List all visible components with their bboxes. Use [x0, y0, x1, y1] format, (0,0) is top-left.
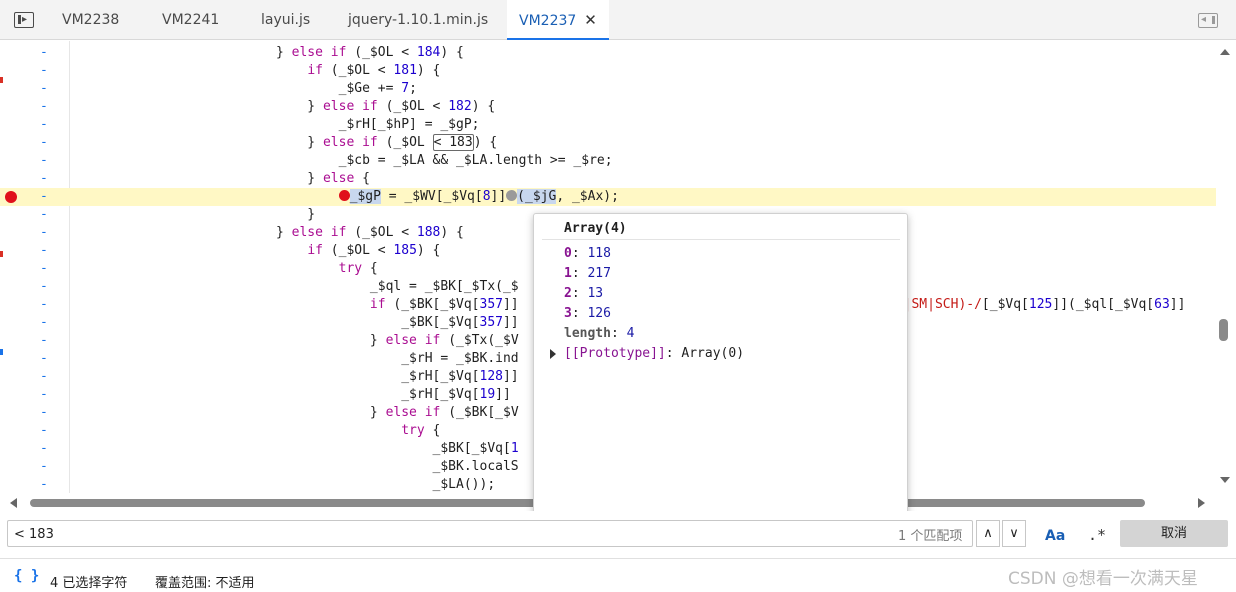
gutter-marker: - — [40, 135, 48, 150]
watermark: CSDN @想看一次满天星 — [1008, 569, 1198, 589]
value-popover[interactable]: Array(4) 0: 118 1: 217 2: 13 3: 126 leng… — [533, 213, 908, 526]
popover-title: Array(4) — [564, 221, 627, 236]
gutter-marker: - — [40, 441, 48, 456]
gutter-marker: - — [40, 63, 48, 78]
gutter-marker: - — [40, 459, 48, 474]
debugger-toggle-icon[interactable]: ◂ — [1198, 13, 1218, 28]
gutter-marker: - — [40, 45, 48, 60]
close-icon[interactable]: ✕ — [584, 0, 597, 40]
tab-layui-js[interactable]: layui.js — [261, 0, 310, 40]
gutter-marker: - — [40, 387, 48, 402]
search-bar: 1 个匹配项 ∧ ∨ Aa .* 取消 — [0, 511, 1236, 557]
gutter-marker: - — [40, 243, 48, 258]
scroll-down-icon[interactable] — [1220, 477, 1230, 483]
gutter-marker: - — [40, 207, 48, 222]
gutter-marker: - — [40, 189, 48, 204]
gutter-marker: - — [40, 297, 48, 312]
popover-entry[interactable]: 0: 118 — [564, 245, 611, 263]
popover-divider — [542, 239, 900, 240]
cancel-button[interactable]: 取消 — [1120, 520, 1228, 547]
previous-match-button[interactable]: ∧ — [976, 520, 1000, 547]
code-line[interactable]: - } else { — [0, 170, 1216, 188]
search-field[interactable] — [7, 520, 973, 547]
code-line[interactable]: - _$cb = _$LA && _$LA.length >= _$re; — [0, 152, 1216, 170]
next-match-button[interactable]: ∨ — [1002, 520, 1026, 547]
hovered-token: (_$jG — [517, 189, 557, 204]
gutter-marker: - — [40, 81, 48, 96]
inline-breakpoint-icon[interactable] — [338, 190, 350, 201]
pretty-print-icon[interactable]: { } — [14, 568, 39, 584]
tab-vm2238[interactable]: VM2238 — [62, 0, 119, 40]
tab-vm2237-label: VM2237 — [519, 13, 577, 29]
gutter-marker: - — [40, 261, 48, 276]
expand-triangle-icon[interactable] — [550, 349, 556, 359]
code-line[interactable]: - } else if (_$OL < 182) { — [0, 98, 1216, 116]
gutter-marker: - — [40, 99, 48, 114]
tab-vm2241[interactable]: VM2241 — [162, 0, 219, 40]
gutter-marker: - — [40, 405, 48, 420]
search-input[interactable] — [14, 524, 714, 544]
gutter-marker: - — [40, 423, 48, 438]
status-bar: { } 4 已选择字符 覆盖范围: 不适用 CSDN @想看一次满天星 — [0, 558, 1236, 592]
current-execution-line[interactable]: - _$gP = _$WV[_$Vq[8]] (_$jG, _$Ax); — [0, 188, 1216, 206]
popover-entry[interactable]: 1: 217 — [564, 265, 611, 283]
popover-entry[interactable]: 2: 13 — [564, 285, 603, 303]
tab-vm2237[interactable]: VM2237 ✕ — [507, 0, 609, 40]
inline-breakpoint-disabled-icon[interactable] — [506, 190, 518, 201]
selected-chars-status: 4 已选择字符 — [50, 576, 128, 591]
gutter-marker: - — [40, 333, 48, 348]
scroll-right-icon[interactable] — [1198, 498, 1205, 508]
gutter-marker: - — [40, 315, 48, 330]
match-case-button[interactable]: Aa — [1045, 528, 1065, 544]
gutter-marker: - — [40, 279, 48, 294]
popover-prototype[interactable]: [[Prototype]]: Array(0) — [564, 345, 744, 363]
tab-bar: ▸ VM2238 VM2241 layui.js jquery-1.10.1.m… — [0, 0, 1236, 40]
tab-jquery[interactable]: jquery-1.10.1.min.js — [348, 0, 488, 40]
breakpoint-icon[interactable] — [5, 191, 17, 203]
gutter-marker: - — [40, 153, 48, 168]
gutter-marker: - — [40, 351, 48, 366]
gutter-marker: - — [40, 117, 48, 132]
selected-token: _$gP — [349, 189, 381, 204]
navigator-toggle-icon[interactable]: ▸ — [14, 12, 34, 28]
popover-entry[interactable]: 3: 126 — [564, 305, 611, 323]
gutter-marker: - — [40, 171, 48, 186]
code-line[interactable]: - _$rH[_$hP] = _$gP; — [0, 116, 1216, 134]
vertical-scrollbar[interactable] — [1216, 41, 1236, 493]
code-line[interactable]: - if (_$OL < 181) { — [0, 62, 1216, 80]
search-match-highlight: < 183 — [432, 134, 474, 151]
match-count: 1 个匹配项 — [898, 529, 963, 544]
code-line[interactable]: - _$Ge += 7; — [0, 80, 1216, 98]
gutter-marker: - — [40, 477, 48, 492]
gutter-marker: - — [40, 225, 48, 240]
popover-entry-length[interactable]: length: 4 — [564, 325, 634, 343]
gutter-marker: - — [40, 369, 48, 384]
regex-button[interactable]: .* — [1088, 526, 1106, 544]
coverage-status: 覆盖范围: 不适用 — [155, 576, 255, 591]
scroll-up-icon[interactable] — [1220, 49, 1230, 55]
vertical-scroll-thumb[interactable] — [1219, 319, 1228, 341]
scroll-left-icon[interactable] — [10, 498, 17, 508]
code-line[interactable]: -} else if (_$OL < 184) { — [0, 44, 1216, 62]
code-line[interactable]: - } else if (_$OL < 183) { — [0, 134, 1216, 152]
